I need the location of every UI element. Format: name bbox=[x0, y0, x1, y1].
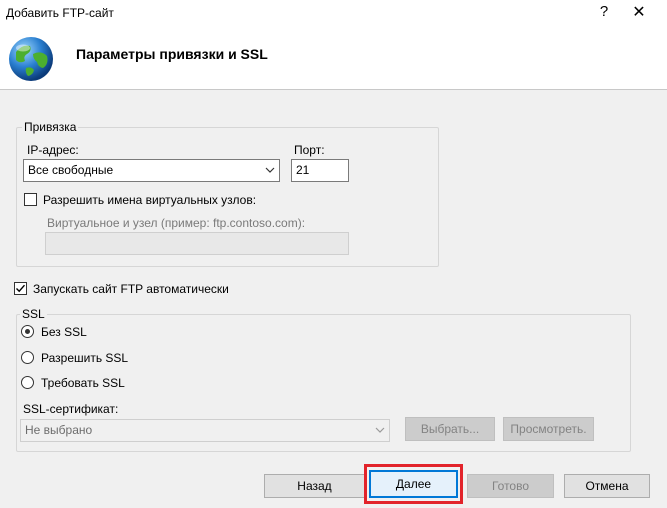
page-title: Параметры привязки и SSL bbox=[76, 46, 268, 62]
allow-ssl-label: Разрешить SSL bbox=[41, 351, 129, 365]
port-value: 21 bbox=[296, 163, 310, 177]
radio-require-ssl[interactable] bbox=[21, 376, 34, 389]
require-ssl-label: Требовать SSL bbox=[41, 376, 125, 390]
no-ssl-label: Без SSL bbox=[41, 325, 87, 339]
back-button[interactable]: Назад bbox=[264, 474, 365, 498]
ip-address-value: Все свободные bbox=[28, 163, 114, 177]
ip-address-label: IP-адрес: bbox=[27, 143, 79, 157]
select-certificate-button[interactable]: Выбрать... bbox=[405, 417, 495, 441]
virtual-hosts-label: Разрешить имена виртуальных узлов: bbox=[43, 193, 257, 207]
virtual-hosts-checkbox[interactable] bbox=[24, 193, 37, 206]
ssl-group-label: SSL bbox=[20, 307, 47, 321]
ssl-certificate-label: SSL-сертификат: bbox=[23, 402, 119, 416]
autostart-checkbox[interactable] bbox=[14, 282, 27, 295]
window-title: Добавить FTP-сайт bbox=[6, 6, 114, 20]
chevron-down-icon bbox=[265, 167, 275, 173]
port-label: Порт: bbox=[294, 143, 325, 157]
finish-button[interactable]: Готово bbox=[467, 474, 554, 498]
ssl-certificate-value: Не выбрано bbox=[25, 423, 93, 437]
wizard-header: Параметры привязки и SSL bbox=[0, 26, 667, 90]
checkmark-icon bbox=[16, 284, 26, 293]
ssl-certificate-select[interactable]: Не выбрано bbox=[20, 419, 390, 442]
globe-icon bbox=[9, 37, 53, 81]
help-button[interactable]: ? bbox=[597, 3, 611, 20]
ip-address-select[interactable]: Все свободные bbox=[23, 159, 280, 182]
chevron-down-icon bbox=[375, 427, 385, 433]
radio-no-ssl[interactable] bbox=[21, 325, 34, 338]
virtual-host-input[interactable] bbox=[45, 232, 349, 255]
close-button[interactable]: ✕ bbox=[629, 2, 649, 22]
binding-group-label: Привязка bbox=[22, 120, 79, 134]
view-certificate-button[interactable]: Просмотреть. bbox=[503, 417, 594, 441]
virtual-host-field-label: Виртуальное и узел (пример: ftp.contoso.… bbox=[47, 216, 306, 230]
title-bar: Добавить FTP-сайт ? ✕ bbox=[0, 0, 667, 26]
autostart-label: Запускать сайт FTP автоматически bbox=[33, 282, 229, 296]
port-input[interactable]: 21 bbox=[291, 159, 349, 182]
next-button-highlight bbox=[364, 464, 463, 504]
cancel-button[interactable]: Отмена bbox=[564, 474, 650, 498]
radio-allow-ssl[interactable] bbox=[21, 351, 34, 364]
radio-selected-dot bbox=[25, 329, 30, 334]
